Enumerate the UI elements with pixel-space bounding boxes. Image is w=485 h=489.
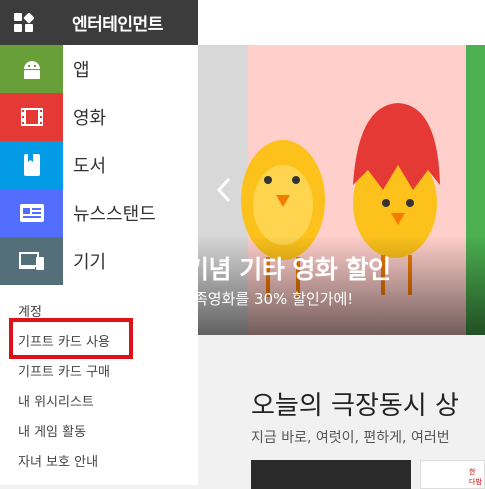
movie-thumbnail[interactable] <box>251 460 411 489</box>
newsstand-icon <box>0 189 63 237</box>
category-menu: 앱 영화 도서 뉴스스탠드 기기 <box>0 45 198 285</box>
menu-label-apps: 앱 <box>73 60 90 81</box>
android-icon <box>0 45 63 93</box>
film-icon <box>0 93 63 141</box>
thumbnail-text: 한 다밤 <box>469 468 482 486</box>
section-subtitle: 지금 바로, 여럿이, 편하게, 여러번 <box>251 430 450 446</box>
promo-banner[interactable]: 기념 기타 영화 할인 족영화를 30% 할인가에! <box>198 45 485 335</box>
devices-icon <box>0 237 63 285</box>
parental-guide-link[interactable]: 자녀 보호 안내 <box>18 451 98 470</box>
movie-thumbnail[interactable]: 한 다밤 <box>420 460 485 489</box>
menu-label-newsstand: 뉴스스탠드 <box>73 204 156 225</box>
menu-label-movies: 영화 <box>73 108 107 129</box>
apps-grid-icon <box>0 12 48 33</box>
buy-gift-card-link[interactable]: 기프트 카드 구매 <box>18 361 110 380</box>
book-icon <box>0 141 63 189</box>
page-title: 엔터테인먼트 <box>72 15 163 35</box>
game-activity-link[interactable]: 내 게임 활동 <box>18 421 86 440</box>
chevron-left-icon[interactable] <box>214 175 234 205</box>
menu-label-books: 도서 <box>73 156 107 177</box>
menu-item-books[interactable]: 도서 <box>0 141 198 189</box>
banner-subtitle: 족영화를 30% 할인가에! <box>198 290 354 308</box>
menu-item-apps[interactable]: 앱 <box>0 45 198 93</box>
banner-headline: 기념 기타 영화 할인 <box>198 255 391 284</box>
section-title: 오늘의 극장동시 상 <box>251 391 459 421</box>
highlight-box <box>9 318 133 359</box>
menu-item-movies[interactable]: 영화 <box>0 93 198 141</box>
menu-item-devices[interactable]: 기기 <box>0 237 198 285</box>
account-menu: 계정 기프트 카드 사용 기프트 카드 구매 내 위시리스트 내 게임 활동 자… <box>0 285 198 485</box>
wishlist-link[interactable]: 내 위시리스트 <box>18 391 94 410</box>
menu-label-devices: 기기 <box>73 252 107 273</box>
category-header[interactable]: 엔터테인먼트 <box>0 0 198 45</box>
menu-item-newsstand[interactable]: 뉴스스탠드 <box>0 189 198 237</box>
